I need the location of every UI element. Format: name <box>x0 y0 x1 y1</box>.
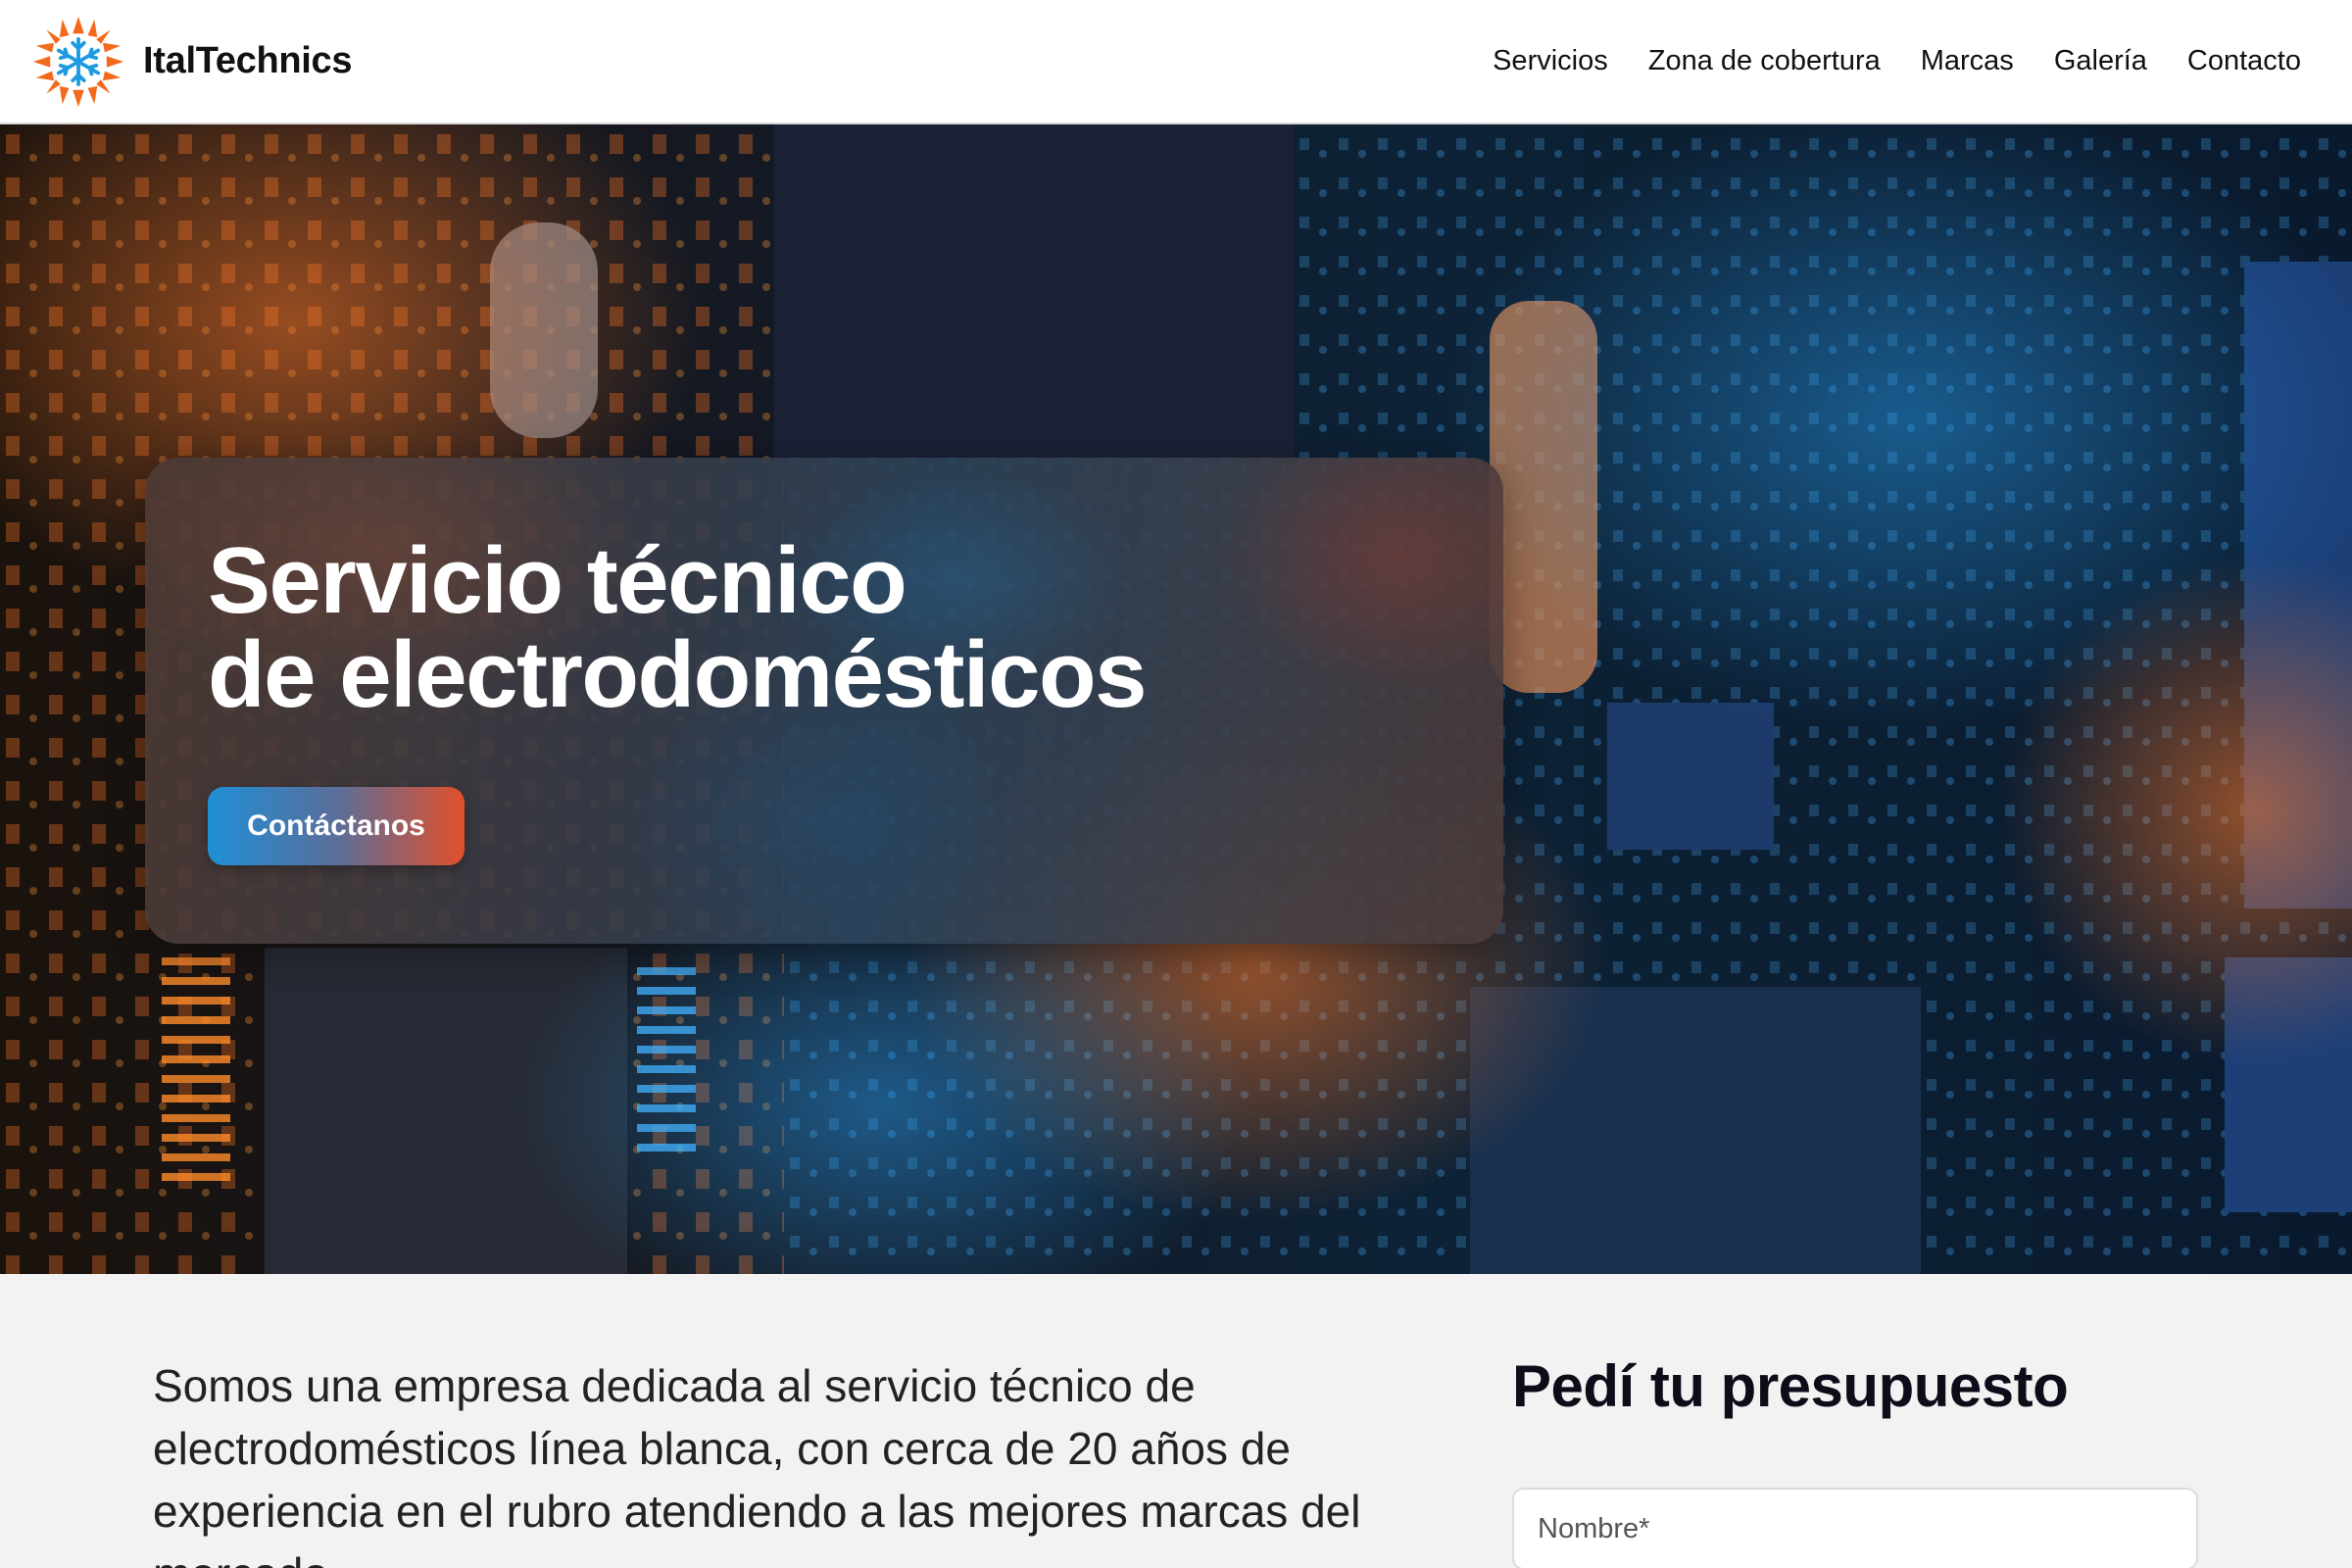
name-field[interactable] <box>1512 1488 2198 1568</box>
snowflake-sun-logo-icon <box>32 16 124 107</box>
nav-zona-de-cobertura[interactable]: Zona de cobertura <box>1648 45 1881 77</box>
about-text: Somos una empresa dedicada al servicio t… <box>153 1360 1361 1568</box>
main-nav: Servicios Zona de cobertura Marcas Galer… <box>1493 45 2301 77</box>
nav-servicios[interactable]: Servicios <box>1493 45 1608 77</box>
nav-galeria[interactable]: Galería <box>2054 45 2147 77</box>
hero-card: Servicio técnico de electrodomésticos Co… <box>145 458 1503 944</box>
hero-title: Servicio técnico de electrodomésticos <box>208 534 1423 722</box>
intro-section: Somos una empresa dedicada al servicio t… <box>0 1274 2352 1568</box>
contact-cta-button[interactable]: Contáctanos <box>208 787 465 865</box>
hero-title-line-1: Servicio técnico <box>208 528 907 633</box>
brand[interactable]: ItalTechnics <box>31 15 353 109</box>
site-header: ItalTechnics Servicios Zona de cobertura… <box>0 0 2352 124</box>
quote-form-title: Pedí tu presupuesto <box>1512 1353 2069 1419</box>
brand-name: ItalTechnics <box>143 40 353 81</box>
hero-title-line-2: de electrodomésticos <box>208 622 1148 727</box>
hero-section: Servicio técnico de electrodomésticos Co… <box>0 124 2352 1274</box>
nav-contacto[interactable]: Contacto <box>2187 45 2301 77</box>
nav-marcas[interactable]: Marcas <box>1921 45 2014 77</box>
